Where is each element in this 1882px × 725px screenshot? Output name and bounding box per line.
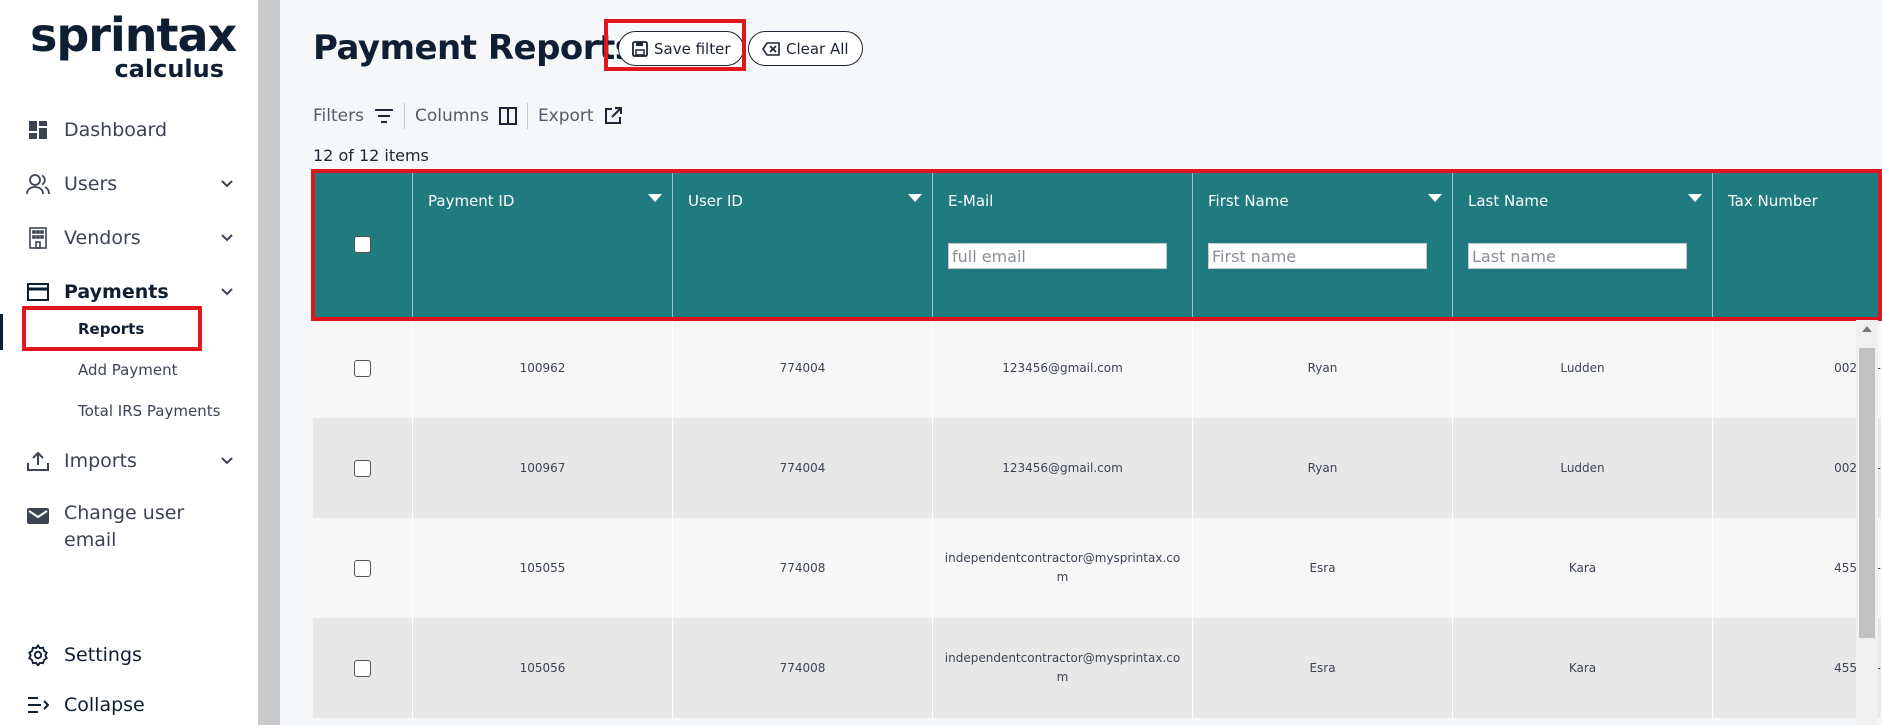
sidebar-subitem-add-payment[interactable]: Add Payment	[78, 361, 177, 379]
first-name-cell: Esra	[1193, 518, 1453, 618]
last-name-cell: Kara	[1453, 518, 1713, 618]
chevron-down-icon[interactable]	[218, 452, 236, 470]
row-checkbox[interactable]	[354, 359, 371, 377]
columns-icon	[498, 107, 517, 125]
payment-id-cell: 100962	[413, 318, 673, 418]
sidebar-item-label: Vendors	[64, 227, 141, 249]
highlight-box	[604, 19, 746, 71]
sidebar-item-change-user-email[interactable]: Change user email	[26, 500, 236, 558]
filters-label: Filters	[313, 106, 364, 126]
payment-id-cell: 100967	[413, 418, 673, 518]
sidebar-item-label: Payments	[64, 281, 169, 303]
user-id-cell: 774004	[673, 318, 933, 418]
sidebar-item-label: Change user email	[64, 502, 185, 551]
user-id-cell: 774008	[673, 618, 933, 718]
sidebar-item-label: Dashboard	[64, 119, 168, 141]
table-row[interactable]: 105056 774008 independentcontractor@mysp…	[313, 618, 1882, 718]
export-button[interactable]: Export	[538, 106, 632, 126]
sidebar-item-imports[interactable]: Imports	[26, 446, 236, 476]
email-cell: 123456@gmail.com	[933, 318, 1193, 418]
dashboard-icon	[26, 118, 50, 142]
logo-name: sprintax	[30, 8, 237, 62]
page-title: Payment Reports	[313, 28, 635, 68]
scroll-up-icon[interactable]	[1862, 326, 1872, 332]
highlight-box	[311, 169, 1882, 321]
payment-id-cell: 105056	[413, 618, 673, 718]
sidebar-item-dashboard[interactable]: Dashboard	[26, 115, 236, 145]
row-checkbox[interactable]	[354, 659, 371, 677]
logo-sub: calculus	[114, 55, 224, 83]
export-icon	[604, 107, 622, 124]
sprintax-logo[interactable]: sprintax calculus	[30, 8, 237, 83]
sidebar-item-vendors[interactable]: Vendors	[26, 223, 236, 253]
filters-button[interactable]: Filters	[313, 106, 404, 126]
sidebar-item-collapse[interactable]: Collapse	[26, 690, 236, 720]
item-count: 12 of 12 items	[313, 146, 429, 165]
chevron-down-icon[interactable]	[218, 175, 236, 193]
clear-all-label: Clear All	[786, 39, 849, 58]
sidebar: sprintax calculus Dashboard Users Vendor…	[0, 0, 258, 725]
row-select-cell	[313, 418, 413, 518]
vendors-icon	[26, 226, 50, 250]
chevron-down-icon[interactable]	[218, 283, 236, 301]
last-name-cell: Ludden	[1453, 318, 1713, 418]
first-name-cell: Ryan	[1193, 318, 1453, 418]
table-row[interactable]: 100962 774004 123456@gmail.com Ryan Ludd…	[313, 318, 1882, 418]
row-select-cell	[313, 618, 413, 718]
sidebar-scrollbar[interactable]	[258, 0, 280, 725]
first-name-cell: Esra	[1193, 618, 1453, 718]
table-row[interactable]: 100967 774004 123456@gmail.com Ryan Ludd…	[313, 418, 1882, 518]
export-label: Export	[537, 106, 594, 126]
row-select-cell	[313, 318, 413, 418]
row-checkbox[interactable]	[354, 559, 371, 577]
user-id-cell: 774008	[673, 518, 933, 618]
sidebar-item-label: Settings	[64, 644, 142, 666]
table-scrollbar[interactable]	[1856, 320, 1878, 725]
toolbar-divider	[403, 103, 405, 129]
gear-icon	[26, 643, 50, 667]
sidebar-item-label: Imports	[64, 450, 137, 472]
last-name-cell: Kara	[1453, 618, 1713, 718]
email-cell: independentcontractor@mysprintax.com	[933, 518, 1193, 618]
last-name-cell: Ludden	[1453, 418, 1713, 518]
active-indicator	[0, 314, 3, 350]
scrollbar-thumb[interactable]	[1859, 348, 1875, 638]
user-id-cell: 774004	[673, 418, 933, 518]
clear-all-button[interactable]: Clear All	[748, 31, 863, 66]
filter-icon	[374, 109, 393, 123]
sidebar-item-label: Collapse	[64, 694, 145, 716]
email-cell: 123456@gmail.com	[933, 418, 1193, 518]
clear-icon	[762, 41, 780, 56]
row-select-cell	[313, 518, 413, 618]
table-row[interactable]: 105055 774008 independentcontractor@mysp…	[313, 518, 1882, 618]
imports-icon	[26, 449, 50, 473]
table-body: 100962 774004 123456@gmail.com Ryan Ludd…	[313, 318, 1882, 718]
columns-button[interactable]: Columns	[415, 106, 527, 126]
email-cell: independentcontractor@mysprintax.com	[933, 618, 1193, 718]
sidebar-subitem-total-irs-payments[interactable]: Total IRS Payments	[78, 402, 220, 420]
columns-label: Columns	[414, 106, 489, 126]
grid-toolbar: Filters Columns Export	[313, 103, 632, 129]
payment-id-cell: 105055	[413, 518, 673, 618]
collapse-icon	[26, 693, 50, 717]
sidebar-item-settings[interactable]: Settings	[26, 640, 236, 670]
sidebar-item-users[interactable]: Users	[26, 169, 236, 199]
payments-icon	[26, 280, 50, 304]
sidebar-item-payments[interactable]: Payments	[26, 277, 236, 307]
row-checkbox[interactable]	[354, 459, 371, 477]
first-name-cell: Ryan	[1193, 418, 1453, 518]
users-icon	[26, 172, 50, 196]
highlight-box	[22, 306, 202, 351]
toolbar-divider	[526, 103, 528, 129]
sidebar-item-label: Users	[64, 173, 118, 195]
chevron-down-icon[interactable]	[218, 229, 236, 247]
email-icon	[26, 504, 50, 528]
